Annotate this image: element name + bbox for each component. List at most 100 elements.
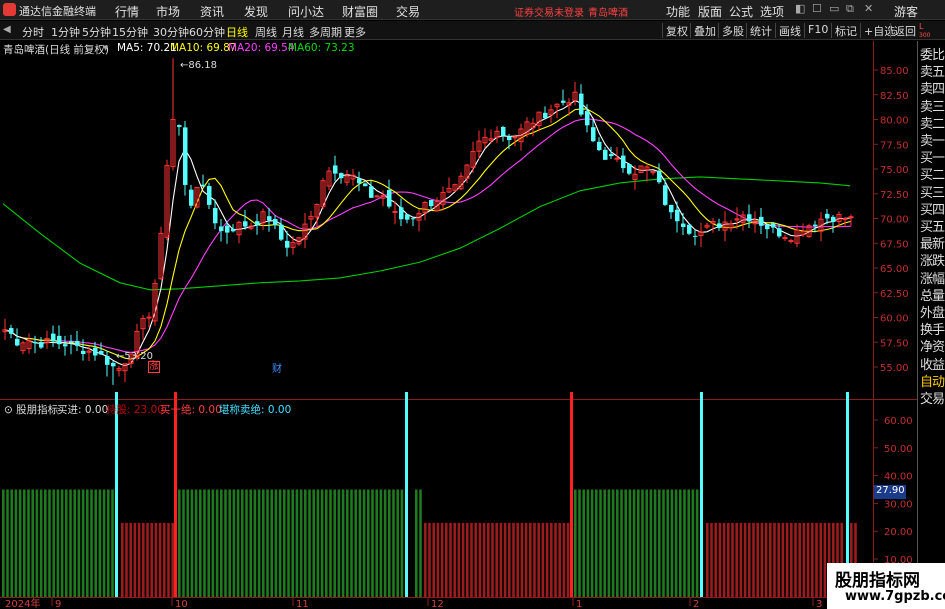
menu-market[interactable]: 市场 (156, 3, 180, 20)
candle-body[interactable] (279, 224, 284, 240)
candle-body[interactable] (512, 136, 518, 139)
side-item-3[interactable]: 卖三 (920, 96, 945, 115)
candle-body[interactable] (675, 209, 680, 222)
chart-area[interactable]: 85.00 82.50 80.00 77.50 75.00 72.50 70.00 67.50… (0, 41, 945, 609)
window-icon-4[interactable]: ⧉ (846, 2, 854, 16)
side-item-16[interactable]: 换手 (920, 319, 945, 338)
period-15min[interactable]: 15分钟 (112, 24, 148, 40)
side-item-9[interactable]: 买四 (920, 199, 945, 218)
candle-body[interactable] (267, 216, 272, 221)
side-item-2[interactable]: 卖四 (920, 78, 945, 97)
candle-body[interactable] (603, 149, 608, 160)
candle-body[interactable] (201, 184, 206, 187)
login-notice[interactable]: 证券交易未登录 (514, 4, 584, 19)
candle-body[interactable] (681, 223, 686, 228)
candle-body[interactable] (63, 344, 68, 347)
candle-body[interactable] (75, 340, 80, 346)
candle-body[interactable] (848, 216, 854, 219)
candle-body[interactable] (597, 141, 602, 151)
candle-body[interactable] (621, 155, 626, 169)
candle-body[interactable] (273, 219, 278, 226)
menu-options[interactable]: 选项 (760, 3, 784, 20)
candle-body[interactable] (357, 178, 362, 184)
candle-body[interactable] (105, 355, 110, 365)
limit-up-marker[interactable]: 涨 (148, 361, 160, 373)
candle-body[interactable] (831, 216, 836, 222)
candle-body[interactable] (213, 208, 218, 224)
collapse-icon[interactable]: ▾ (103, 42, 108, 54)
candle-body[interactable] (189, 189, 194, 206)
f10-button[interactable]: F10 (804, 23, 828, 38)
menu-formula[interactable]: 公式 (729, 3, 753, 20)
candle-body[interactable] (747, 214, 752, 222)
candle-body[interactable] (369, 186, 374, 198)
candle-body[interactable] (392, 210, 398, 213)
menu-layout[interactable]: 版面 (698, 3, 722, 20)
candlesticks[interactable] (2, 58, 854, 385)
candle-body[interactable] (585, 111, 590, 126)
candle-body[interactable] (333, 165, 338, 174)
candle-body[interactable] (9, 328, 14, 334)
candle-body[interactable] (225, 225, 230, 233)
candle-body[interactable] (501, 126, 506, 136)
candle-body[interactable] (146, 316, 152, 319)
side-item-13[interactable]: 涨幅 (920, 268, 945, 287)
candle-body[interactable] (207, 186, 212, 205)
candle-body[interactable] (842, 218, 848, 221)
candle-body[interactable] (363, 183, 368, 187)
candle-body[interactable] (99, 350, 104, 355)
side-item-4[interactable]: 卖二 (920, 113, 945, 132)
window-icon-2[interactable]: ☐ (812, 2, 822, 15)
candle-body[interactable] (507, 136, 512, 141)
menu-market-quotes[interactable]: 行情 (115, 3, 139, 20)
guest-login[interactable]: 游客 (894, 3, 918, 20)
candle-body[interactable] (219, 226, 224, 231)
candle-body[interactable] (243, 221, 248, 227)
side-item-10[interactable]: 买五 (920, 216, 945, 235)
candle-body[interactable] (717, 223, 722, 228)
candle-body[interactable] (255, 221, 260, 226)
candle-body[interactable] (591, 127, 596, 142)
candle-body[interactable] (374, 195, 380, 198)
finance-marker[interactable]: 财 (272, 360, 282, 375)
candle-body[interactable] (57, 335, 62, 345)
draw-button[interactable]: 画线 (775, 23, 801, 38)
candle-body[interactable] (285, 240, 290, 248)
period-5min[interactable]: 5分钟 (82, 24, 111, 40)
side-item-17[interactable]: 净资 (920, 336, 945, 355)
candle-body[interactable] (429, 200, 434, 207)
candle-body[interactable] (813, 224, 818, 227)
mark-button[interactable]: 标记 (831, 23, 857, 38)
side-item-6[interactable]: 买一 (920, 147, 945, 166)
period-30min[interactable]: 30分钟 (153, 24, 189, 40)
side-item-15[interactable]: 外盘 (920, 302, 945, 321)
candle-body[interactable] (687, 224, 692, 234)
menu-trade[interactable]: 交易 (396, 3, 420, 20)
candle-body[interactable] (39, 342, 44, 348)
candle-body[interactable] (693, 235, 698, 237)
side-item-14[interactable]: 总量 (920, 285, 945, 304)
side-item-18[interactable]: 收益 (920, 354, 945, 373)
candle-body[interactable] (543, 112, 548, 119)
candle-body[interactable] (771, 223, 776, 228)
period-60min[interactable]: 60分钟 (189, 24, 225, 40)
candle-body[interactable] (387, 190, 392, 207)
period-weekly[interactable]: 周线 (255, 24, 277, 40)
return-button[interactable]: 返回 (890, 23, 916, 38)
multi-stock-button[interactable]: 多股 (718, 23, 744, 38)
stats-button[interactable]: 统计 (746, 23, 772, 38)
candle-body[interactable] (669, 204, 674, 213)
side-item-12[interactable]: 涨跌 (920, 250, 945, 269)
candle-body[interactable] (657, 170, 662, 183)
period-intraday[interactable]: 分时 (22, 24, 44, 40)
candle-body[interactable] (609, 154, 614, 157)
menu-ask[interactable]: 问小达 (288, 3, 324, 20)
side-item-20[interactable]: 交易 (920, 388, 945, 407)
adjust-button[interactable]: 复权 (662, 23, 688, 38)
side-item-7[interactable]: 买二 (920, 164, 945, 183)
candle-body[interactable] (765, 224, 770, 230)
window-icon-3[interactable]: ▭ (829, 2, 839, 15)
period-daily[interactable]: 日线 (226, 24, 248, 40)
candle-body[interactable] (51, 333, 56, 342)
menu-wealth[interactable]: 财富圈 (342, 3, 378, 20)
